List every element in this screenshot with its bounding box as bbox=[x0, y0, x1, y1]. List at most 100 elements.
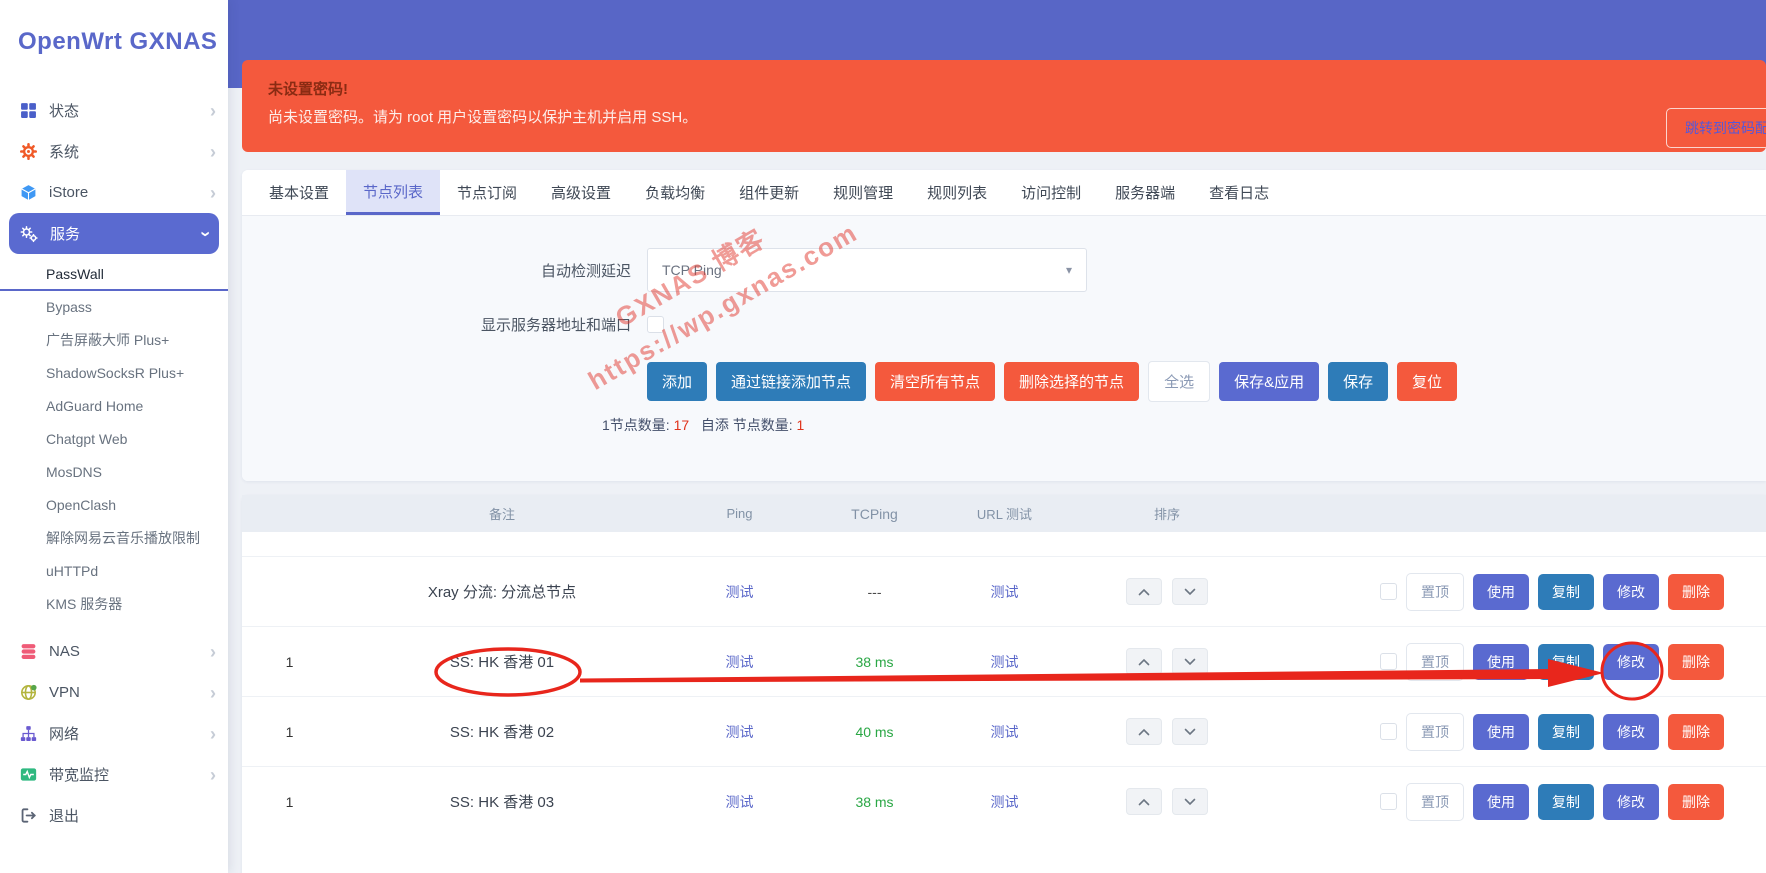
sidebar-item-istore[interactable]: iStore › bbox=[0, 172, 228, 213]
sidebar-subitem-bypass[interactable]: Bypass bbox=[0, 291, 228, 324]
self-added-count-value: 1 bbox=[797, 417, 805, 433]
sidebar-subitem-passwall[interactable]: PassWall bbox=[0, 258, 228, 291]
url-test-link[interactable]: 测试 bbox=[991, 794, 1019, 810]
copy-button[interactable]: 复制 bbox=[1538, 644, 1594, 680]
clear-all-nodes-button[interactable]: 清空所有节点 bbox=[875, 362, 995, 401]
tab-bar: 基本设置 节点列表 节点订阅 高级设置 负载均衡 组件更新 规则管理 规则列表 … bbox=[242, 170, 1766, 216]
node-count-line: 1节点数量: 17 自添 节点数量: 1 bbox=[602, 415, 1766, 435]
delete-selected-nodes-button[interactable]: 删除选择的节点 bbox=[1004, 362, 1139, 401]
use-button[interactable]: 使用 bbox=[1473, 574, 1529, 610]
add-via-link-button[interactable]: 通过链接添加节点 bbox=[716, 362, 866, 401]
edit-button[interactable]: 修改 bbox=[1603, 714, 1659, 750]
chevron-right-icon: › bbox=[210, 102, 216, 120]
edit-button[interactable]: 修改 bbox=[1603, 644, 1659, 680]
move-up-button[interactable] bbox=[1126, 718, 1162, 745]
save-apply-button[interactable]: 保存&应用 bbox=[1219, 362, 1319, 401]
pin-button[interactable]: 置顶 bbox=[1406, 573, 1464, 611]
row-number: 1 bbox=[242, 654, 337, 670]
tab-basic-settings[interactable]: 基本设置 bbox=[252, 170, 346, 215]
tab-server-side[interactable]: 服务器端 bbox=[1098, 170, 1192, 215]
copy-button[interactable]: 复制 bbox=[1538, 574, 1594, 610]
node-remark: SS: HK 香港 01 bbox=[337, 651, 667, 672]
move-down-button[interactable] bbox=[1172, 788, 1208, 815]
cube-icon bbox=[18, 184, 38, 202]
use-button[interactable]: 使用 bbox=[1473, 784, 1529, 820]
tab-rule-manage[interactable]: 规则管理 bbox=[816, 170, 910, 215]
copy-button[interactable]: 复制 bbox=[1538, 784, 1594, 820]
pin-button[interactable]: 置顶 bbox=[1406, 713, 1464, 751]
copy-button[interactable]: 复制 bbox=[1538, 714, 1594, 750]
row-checkbox[interactable] bbox=[1380, 653, 1397, 670]
show-address-checkbox[interactable] bbox=[647, 316, 664, 333]
chevron-right-icon: › bbox=[210, 684, 216, 702]
use-button[interactable]: 使用 bbox=[1473, 644, 1529, 680]
url-test-link[interactable]: 测试 bbox=[991, 654, 1019, 670]
move-down-button[interactable] bbox=[1172, 648, 1208, 675]
row-checkbox[interactable] bbox=[1380, 723, 1397, 740]
use-button[interactable]: 使用 bbox=[1473, 714, 1529, 750]
ping-test-link[interactable]: 测试 bbox=[726, 724, 754, 740]
chevron-right-icon: › bbox=[210, 643, 216, 661]
tab-access-control[interactable]: 访问控制 bbox=[1004, 170, 1098, 215]
goto-password-config-button[interactable]: 跳转到密码配置 bbox=[1666, 108, 1766, 148]
tcping-value: 38 ms bbox=[812, 794, 937, 810]
sidebar-subitem-uhttpd[interactable]: uHTTPd bbox=[0, 555, 228, 588]
sidebar-item-vpn[interactable]: VPN › bbox=[0, 672, 228, 713]
ping-test-link[interactable]: 测试 bbox=[726, 584, 754, 600]
sidebar-item-nas[interactable]: NAS › bbox=[0, 631, 228, 672]
edit-button[interactable]: 修改 bbox=[1603, 784, 1659, 820]
move-up-button[interactable] bbox=[1126, 648, 1162, 675]
row-checkbox[interactable] bbox=[1380, 793, 1397, 810]
row-checkbox[interactable] bbox=[1380, 583, 1397, 600]
move-up-button[interactable] bbox=[1126, 788, 1162, 815]
ping-test-link[interactable]: 测试 bbox=[726, 794, 754, 810]
sidebar-subitem-kms[interactable]: KMS 服务器 bbox=[0, 588, 228, 621]
node-remark: SS: HK 香港 02 bbox=[337, 721, 667, 742]
sidebar-item-status[interactable]: 状态 › bbox=[0, 90, 228, 131]
tab-component-update[interactable]: 组件更新 bbox=[722, 170, 816, 215]
sidebar-item-bandwidth-monitor[interactable]: 带宽监控 › bbox=[0, 754, 228, 795]
move-down-button[interactable] bbox=[1172, 578, 1208, 605]
reset-button[interactable]: 复位 bbox=[1397, 362, 1457, 401]
sidebar-item-network[interactable]: 网络 › bbox=[0, 713, 228, 754]
chevron-right-icon: › bbox=[210, 143, 216, 161]
chevron-right-icon: › bbox=[210, 184, 216, 202]
ping-test-link[interactable]: 测试 bbox=[726, 654, 754, 670]
node-row-xray: Xray 分流: 分流总节点 测试 --- 测试 置顶 使用 复制 修改 删 bbox=[242, 556, 1766, 626]
pin-button[interactable]: 置顶 bbox=[1406, 643, 1464, 681]
edit-button[interactable]: 修改 bbox=[1603, 574, 1659, 610]
network-icon bbox=[18, 725, 38, 743]
sidebar-subitem-ssr-plus[interactable]: ShadowSocksR Plus+ bbox=[0, 357, 228, 390]
sidebar-subitem-adguard-home[interactable]: AdGuard Home bbox=[0, 390, 228, 423]
tab-load-balancing[interactable]: 负载均衡 bbox=[628, 170, 722, 215]
sidebar-subitem-openclash[interactable]: OpenClash bbox=[0, 489, 228, 522]
delete-button[interactable]: 删除 bbox=[1668, 784, 1724, 820]
sidebar-item-logout[interactable]: 退出 bbox=[0, 795, 228, 836]
sidebar-subitem-mosdns[interactable]: MosDNS bbox=[0, 456, 228, 489]
sidebar-subitem-unlock-netease[interactable]: 解除网易云音乐播放限制 bbox=[0, 522, 228, 555]
move-down-button[interactable] bbox=[1172, 718, 1208, 745]
main-content: 未设置密码! 尚未设置密码。请为 root 用户设置密码以保护主机并启用 SSH… bbox=[228, 0, 1766, 873]
header-tcping: TCPing bbox=[812, 506, 937, 522]
save-button[interactable]: 保存 bbox=[1328, 362, 1388, 401]
delay-test-select[interactable]: TCP Ping ▾ bbox=[647, 248, 1087, 292]
sidebar-item-label: 状态 bbox=[49, 100, 210, 121]
sidebar-item-system[interactable]: 系统 › bbox=[0, 131, 228, 172]
delete-button[interactable]: 删除 bbox=[1668, 644, 1724, 680]
tab-view-log[interactable]: 查看日志 bbox=[1192, 170, 1286, 215]
select-all-button[interactable]: 全选 bbox=[1148, 361, 1210, 402]
move-up-button[interactable] bbox=[1126, 578, 1162, 605]
url-test-link[interactable]: 测试 bbox=[991, 584, 1019, 600]
url-test-link[interactable]: 测试 bbox=[991, 724, 1019, 740]
tab-node-list[interactable]: 节点列表 bbox=[346, 170, 440, 215]
delete-button[interactable]: 删除 bbox=[1668, 574, 1724, 610]
add-button[interactable]: 添加 bbox=[647, 362, 707, 401]
tab-node-subscribe[interactable]: 节点订阅 bbox=[440, 170, 534, 215]
pin-button[interactable]: 置顶 bbox=[1406, 783, 1464, 821]
delete-button[interactable]: 删除 bbox=[1668, 714, 1724, 750]
sidebar-subitem-chatgpt-web[interactable]: Chatgpt Web bbox=[0, 423, 228, 456]
tab-advanced-settings[interactable]: 高级设置 bbox=[534, 170, 628, 215]
tab-rule-list[interactable]: 规则列表 bbox=[910, 170, 1004, 215]
sidebar-subitem-adblock-plus[interactable]: 广告屏蔽大师 Plus+ bbox=[0, 324, 228, 357]
sidebar-item-services[interactable]: 服务 › bbox=[9, 213, 219, 254]
